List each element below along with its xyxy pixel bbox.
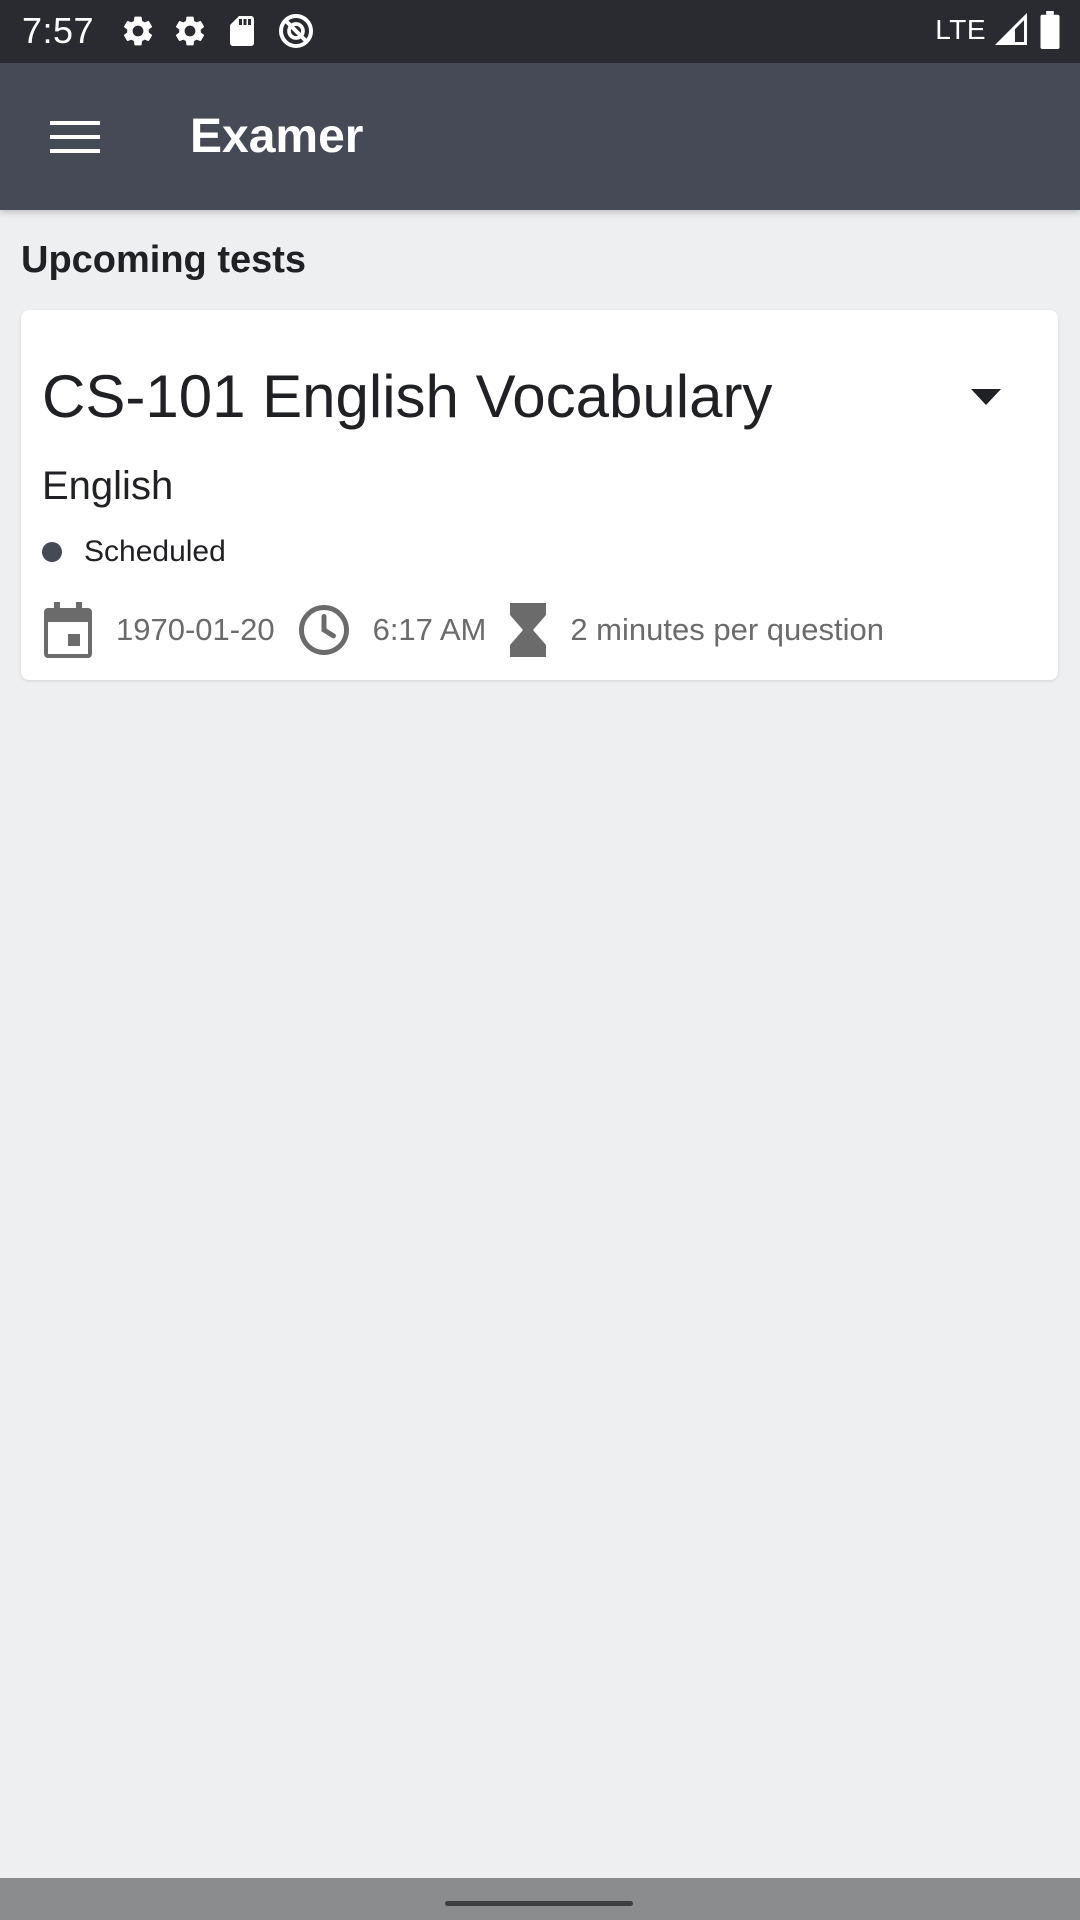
menu-button[interactable]	[30, 99, 120, 175]
status-dot-icon	[42, 542, 62, 562]
settings-icon	[175, 16, 205, 46]
test-meta: 1970-01-20 6:17 AM 2 minutes per questio…	[42, 600, 906, 660]
status-notification-icons	[120, 11, 316, 51]
dropdown-arrow-icon	[971, 389, 1001, 405]
home-gesture-handle[interactable]	[445, 1901, 633, 1906]
signal-icon	[994, 12, 1027, 45]
test-duration-text: 2 minutes per question	[570, 612, 884, 647]
section-heading: Upcoming tests	[21, 239, 307, 281]
hourglass-icon	[510, 603, 547, 657]
test-time: 6:17 AM	[297, 603, 487, 657]
status-label: Scheduled	[84, 535, 226, 568]
test-time-text: 6:17 AM	[372, 612, 487, 647]
status-time: 7:57	[22, 10, 95, 51]
network-type-label: LTE	[935, 14, 986, 45]
hamburger-menu-icon	[50, 121, 100, 153]
app-title: Examer	[190, 110, 364, 163]
status-bar: 7:57 LTE	[0, 0, 1080, 63]
battery-icon	[1040, 11, 1060, 49]
test-date: 1970-01-20	[42, 602, 275, 658]
settings-icon	[123, 16, 153, 46]
calendar-icon	[44, 602, 92, 658]
navigation-bar	[0, 1878, 1080, 1920]
sd-card-icon	[230, 16, 254, 46]
test-status: Scheduled	[42, 532, 226, 572]
status-system-icons: LTE	[935, 10, 1062, 50]
app-bar: Examer	[0, 63, 1080, 210]
test-subject: English	[42, 464, 174, 508]
do-not-disturb-icon	[279, 14, 313, 48]
test-title: CS-101 English Vocabulary	[42, 363, 773, 430]
clock-icon	[298, 605, 349, 655]
test-duration: 2 minutes per question	[508, 603, 884, 657]
expand-button[interactable]	[946, 365, 1026, 429]
test-date-text: 1970-01-20	[116, 612, 275, 647]
test-card[interactable]: CS-101 English Vocabulary English Schedu…	[21, 310, 1058, 680]
